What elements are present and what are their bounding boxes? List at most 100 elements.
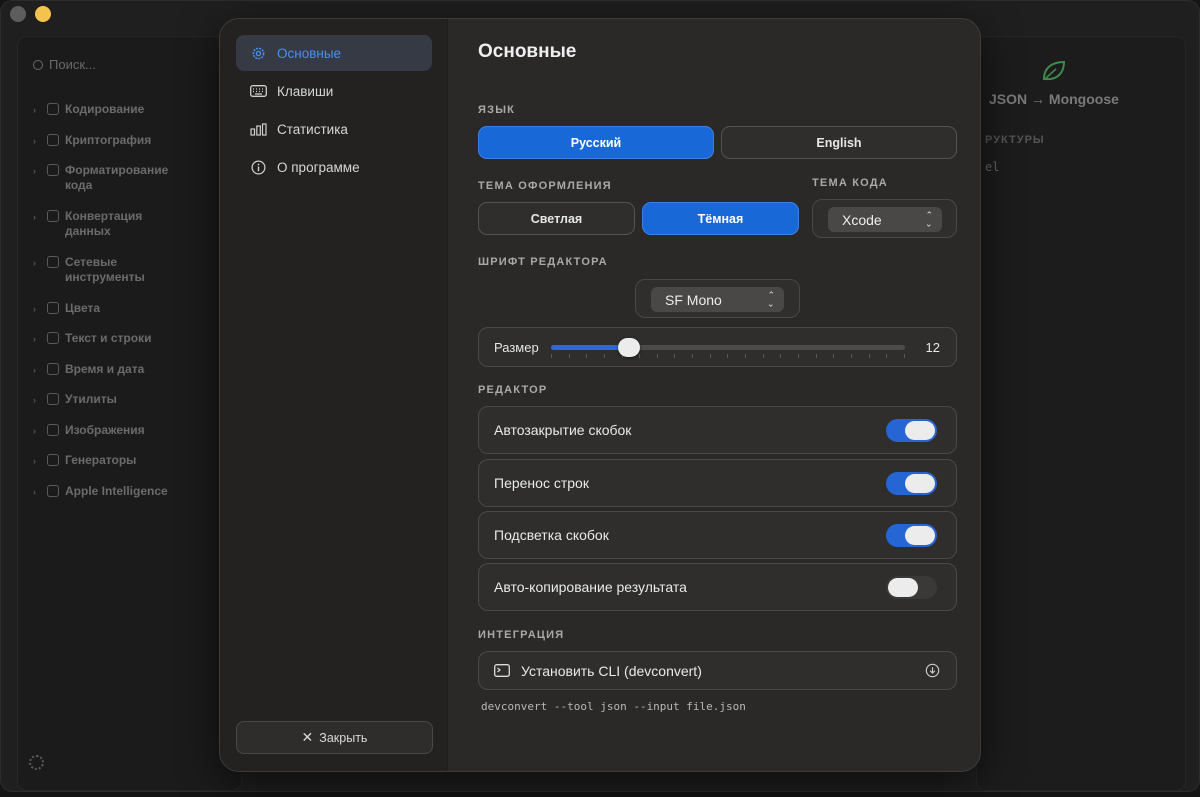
section-editor-font: ШРИФТ РЕДАКТОРА: [478, 256, 608, 268]
font-select-container: SF Mono ⌃ ⌃: [635, 279, 800, 318]
background-sidebar-item[interactable]: › Текст и строки: [33, 331, 151, 347]
download-icon: [925, 663, 940, 681]
section-code-theme: ТЕМА КОДА: [812, 177, 888, 189]
toggle-row-autoclose-brackets: Автозакрытие скобок: [478, 406, 957, 454]
code-theme-container: Xcode ⌃ ⌃: [812, 199, 957, 238]
sidebar-item-label: Текст и строки: [65, 331, 152, 345]
section-editor: РЕДАКТОР: [478, 384, 548, 396]
chevron-right-icon: ›: [33, 166, 36, 176]
background-sidebar-item[interactable]: › Apple Intelligence: [33, 484, 168, 500]
background-sidebar-item[interactable]: › Криптография: [33, 133, 151, 149]
toggle-row-bracket-highlight: Подсветка скобок: [478, 511, 957, 559]
section-language: ЯЗЫК: [478, 104, 516, 116]
sidebar-item-label: Криптография: [65, 133, 152, 147]
background-search[interactable]: Поиск...: [33, 57, 96, 72]
sidebar-item-label: Изображения: [65, 423, 145, 437]
sidebar-item-label: Конвертация данных: [65, 209, 143, 238]
toggle-label: Авто-копирование результата: [494, 579, 687, 595]
sidebar-item-label: Утилиты: [65, 392, 117, 406]
language-option-english[interactable]: English: [721, 126, 957, 159]
code-theme-value: Xcode: [842, 211, 882, 228]
close-button[interactable]: ✕ Закрыть: [236, 721, 433, 754]
background-sidebar-item[interactable]: › Конвертация данных: [33, 209, 142, 239]
cli-command-hint: devconvert --tool json --input file.json: [481, 700, 746, 713]
crypto-icon: [47, 134, 59, 146]
keyboard-icon: [250, 83, 267, 100]
background-sidebar-item[interactable]: › Утилиты: [33, 392, 117, 408]
settings-sidebar: Основные Клавиши Статистика О программе: [220, 19, 448, 771]
autoclose-brackets-toggle[interactable]: [886, 419, 937, 442]
slider-thumb[interactable]: [617, 338, 640, 357]
sidebar-item-label: Apple Intelligence: [65, 484, 168, 498]
toggle-label: Перенос строк: [494, 475, 589, 491]
nav-item-label: О программе: [277, 159, 360, 175]
nav-item-label: Основные: [277, 45, 342, 61]
close-button-label: Закрыть: [319, 730, 368, 745]
chevron-right-icon: ›: [33, 395, 36, 405]
sidebar-item-label: Кодирование: [65, 102, 145, 116]
sidebar-item-label: Генераторы: [65, 453, 137, 467]
background-sidebar-item[interactable]: › Время и дата: [33, 362, 144, 378]
language-option-russian[interactable]: Русский: [478, 126, 714, 159]
settings-gear-icon[interactable]: [29, 755, 44, 770]
chevron-updown-icon: ⌃ ⌃: [925, 210, 933, 229]
line-wrap-toggle[interactable]: [886, 472, 937, 495]
text-icon: [47, 332, 59, 344]
nav-item-general[interactable]: Основные: [236, 35, 432, 71]
background-sidebar-item[interactable]: › Изображения: [33, 423, 145, 439]
font-value: SF Mono: [665, 291, 722, 308]
font-size-value: 12: [925, 340, 940, 355]
window-close-control[interactable]: [10, 6, 26, 22]
toggle-label: Подсветка скобок: [494, 527, 609, 543]
sidebar-item-label: Форматирование кода: [65, 163, 169, 192]
background-sidebar-item[interactable]: › Генераторы: [33, 453, 136, 469]
font-select[interactable]: SF Mono ⌃ ⌃: [651, 287, 784, 312]
background-sidebar-item[interactable]: › Кодирование: [33, 102, 144, 118]
chevron-right-icon: ›: [33, 258, 36, 268]
leaf-icon: [1042, 60, 1066, 81]
chart-icon: [250, 121, 267, 138]
clock-icon: [47, 363, 59, 375]
install-cli-label: Установить CLI (devconvert): [521, 662, 702, 679]
terminal-icon: [494, 664, 510, 677]
close-icon: ✕: [301, 729, 314, 745]
nav-item-keys[interactable]: Клавиши: [236, 73, 432, 109]
theme-option-light[interactable]: Светлая: [478, 202, 635, 235]
background-detail-pane: [976, 36, 1186, 791]
settings-content: Основные ЯЗЫК Русский English ТЕМА ОФОРМ…: [448, 19, 980, 771]
nav-item-label: Статистика: [277, 121, 348, 137]
background-sidebar: [17, 36, 242, 791]
sidebar-item-label: Сетевые инструменты: [65, 255, 145, 284]
background-sidebar-item[interactable]: › Сетевые инструменты: [33, 255, 145, 285]
background-sidebar-item[interactable]: › Форматирование кода: [33, 163, 168, 193]
gear-icon: [250, 45, 267, 62]
install-cli-button[interactable]: Установить CLI (devconvert): [478, 651, 957, 690]
theme-option-dark[interactable]: Тёмная: [642, 202, 799, 235]
bracket-highlight-toggle[interactable]: [886, 524, 937, 547]
palette-icon: [47, 302, 59, 314]
section-integration: ИНТЕГРАЦИЯ: [478, 629, 565, 641]
auto-copy-toggle[interactable]: [886, 576, 937, 599]
nav-item-stats[interactable]: Статистика: [236, 111, 432, 147]
background-sidebar-item[interactable]: › Цвета: [33, 301, 100, 317]
chevron-right-icon: ›: [33, 334, 36, 344]
code-theme-select[interactable]: Xcode ⌃ ⌃: [828, 207, 942, 232]
chevron-right-icon: ›: [33, 304, 36, 314]
tool-section-label: РУКТУРЫ: [985, 134, 1045, 146]
window-minimize-control[interactable]: [35, 6, 51, 22]
chevron-right-icon: ›: [33, 456, 36, 466]
font-size-label: Размер: [494, 340, 539, 355]
chevron-updown-icon: ⌃ ⌃: [767, 290, 775, 309]
slider-ticks: [551, 354, 905, 358]
page-title: Основные: [478, 41, 577, 62]
settings-dialog: Основные Клавиши Статистика О программе: [219, 18, 981, 772]
network-icon: [47, 256, 59, 268]
chevron-right-icon: ›: [33, 105, 36, 115]
tools-icon: [47, 393, 59, 405]
nav-item-about[interactable]: О программе: [236, 149, 432, 185]
sparkle-icon: [47, 454, 59, 466]
font-size-slider[interactable]: [551, 345, 905, 358]
toggle-row-auto-copy: Авто-копирование результата: [478, 563, 957, 611]
image-icon: [47, 424, 59, 436]
sidebar-item-label: Время и дата: [65, 362, 145, 376]
